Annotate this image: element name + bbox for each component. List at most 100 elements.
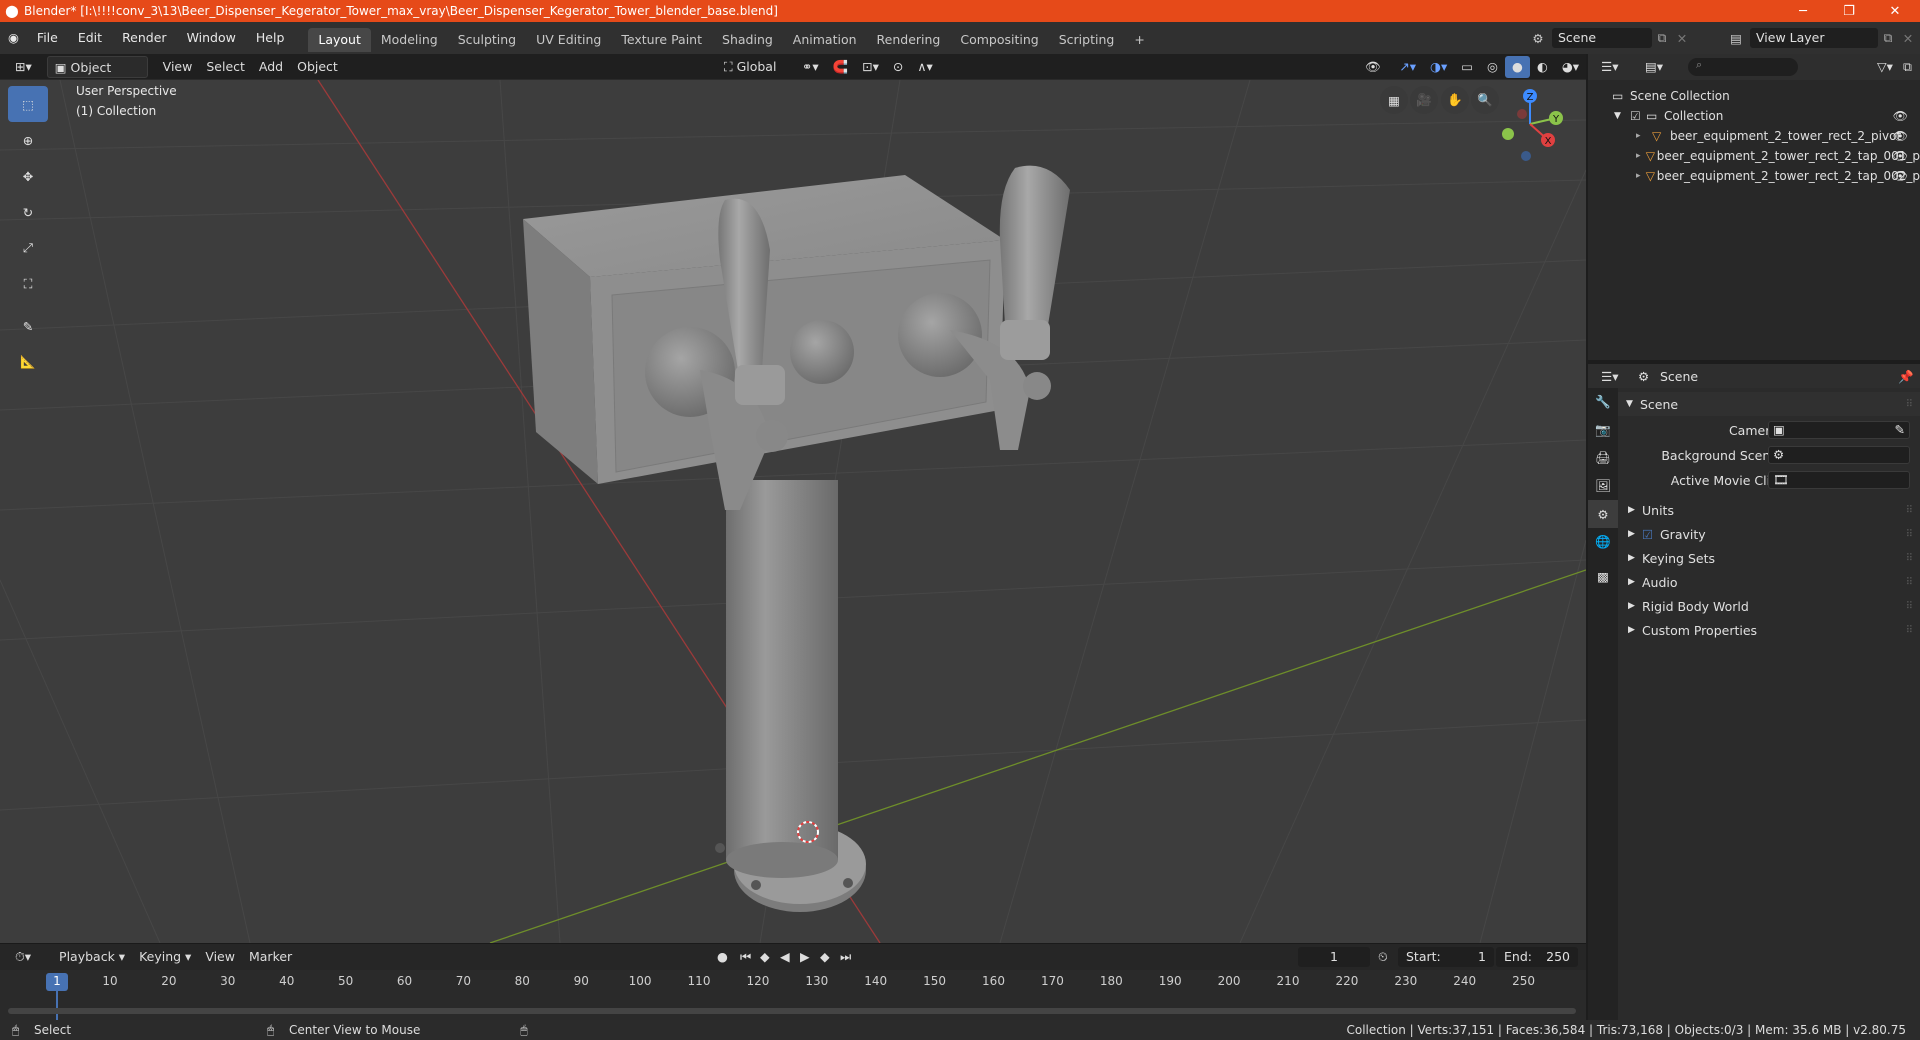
frame-ruler[interactable]: 1 10 20 30 40 50 60 70 80 90 100 110 120 130 140 150 160… [0, 971, 1586, 1021]
minimize-icon[interactable]: ─ [1780, 0, 1826, 22]
new-scene-icon[interactable]: ⧉ [1652, 30, 1672, 46]
render-tab-icon[interactable]: 📷 [1588, 416, 1618, 444]
jump-end-icon[interactable]: ⏭ [833, 946, 858, 968]
clock-icon[interactable]: ⏲ [1378, 949, 1388, 965]
gizmo-toggle-icon[interactable]: ↗▾ [1392, 56, 1423, 78]
snap-icon[interactable]: 🧲 [826, 56, 856, 78]
blender-menu-icon[interactable]: ◉ [0, 22, 27, 54]
drag-handle-icon[interactable]: ⠿ [1906, 577, 1913, 588]
orientation-dropdown[interactable]: ⛶ Global ▾ [717, 56, 789, 96]
tab-uv-editing[interactable]: UV Editing [526, 28, 611, 52]
transform-tool-icon[interactable]: ⛶ [8, 266, 48, 302]
mode-dropdown[interactable]: ▣ Object Mode ▾ [46, 55, 148, 97]
menu-view[interactable]: View [156, 56, 200, 78]
record-icon[interactable]: ● [710, 946, 735, 968]
timeline-editor-type-icon[interactable]: ⏱▾ [8, 946, 38, 968]
expand-object-icon[interactable]: ▸ [1636, 171, 1646, 181]
outliner-row-object[interactable]: ▸ ▽ beer_equipment_2_tower_rect_2_pivot … [1588, 126, 1920, 146]
camera-field[interactable]: ▣ ✎ [1768, 421, 1910, 439]
pivot-point-icon[interactable]: ⚭▾ [795, 56, 826, 78]
tab-rendering[interactable]: Rendering [867, 28, 951, 52]
wireframe-shading-icon[interactable]: ◎ [1480, 56, 1505, 78]
outliner-row-collection[interactable]: ▼ ☑ ▭ Collection 👁 [1588, 106, 1920, 126]
outliner-row-object[interactable]: ▸ ▽ beer_equipment_2_tower_rect_2_tap_00… [1588, 146, 1920, 166]
view-layer-selector[interactable]: ▤ View Layer ⧉ ✕ [1722, 27, 1918, 49]
view-layer-tab-icon[interactable]: 🖼 [1588, 472, 1618, 500]
custom-properties-panel-header[interactable]: ▶ Custom Properties ⠿ [1618, 618, 1920, 642]
display-mode-icon[interactable]: ▤▾ [1638, 56, 1670, 78]
object-visibility-icon[interactable]: 👁 [1893, 149, 1908, 163]
end-frame-field[interactable]: End: 250 [1496, 947, 1578, 967]
outliner-row-scene-collection[interactable]: ▭ Scene Collection [1588, 86, 1920, 106]
3d-viewport[interactable]: User Perspective (1) Collection Z Y X ▦ … [0, 80, 1586, 943]
annotate-tool-icon[interactable]: ✎ [8, 308, 48, 344]
overlays-toggle-icon[interactable]: ◑▾ [1423, 56, 1454, 78]
start-frame-field[interactable]: Start: 1 [1398, 947, 1494, 967]
view-layer-field[interactable]: View Layer [1750, 28, 1878, 48]
zoom-view-icon[interactable]: 🔍 [1471, 86, 1499, 114]
gravity-panel-header[interactable]: ▶ ☑ Gravity ⠿ [1618, 522, 1920, 546]
drag-handle-icon[interactable]: ⠿ [1906, 505, 1913, 516]
remove-view-layer-icon[interactable]: ✕ [1898, 31, 1918, 46]
timeline-scrollbar[interactable] [8, 1008, 1576, 1014]
object-visibility-icon[interactable]: 👁 [1893, 129, 1908, 143]
units-panel-header[interactable]: ▶ Units ⠿ [1618, 498, 1920, 522]
scene-selector[interactable]: ⚙ Scene ⧉ ✕ [1524, 27, 1692, 49]
pin-icon[interactable]: 📌 [1898, 369, 1914, 385]
tab-texture-paint[interactable]: Texture Paint [611, 28, 712, 52]
menu-timeline-view[interactable]: View [198, 946, 242, 968]
rigid-body-world-panel-header[interactable]: ▶ Rigid Body World ⠿ [1618, 594, 1920, 618]
new-view-layer-icon[interactable]: ⧉ [1878, 30, 1898, 46]
expand-object-icon[interactable]: ▸ [1636, 131, 1652, 141]
tab-shading[interactable]: Shading [712, 28, 783, 52]
visibility-icon[interactable]: 👁▾ [1358, 56, 1392, 96]
properties-editor-type-icon[interactable]: ☰▾ [1594, 366, 1625, 388]
texture-tab-icon[interactable]: ▩ [1588, 562, 1618, 590]
gravity-checkbox[interactable]: ☑ [1642, 527, 1660, 542]
background-scene-field[interactable]: ⚙ [1768, 446, 1910, 464]
menu-select[interactable]: Select [199, 56, 252, 78]
tab-layout[interactable]: Layout [308, 28, 371, 52]
scale-tool-icon[interactable]: ⤢ [8, 230, 48, 266]
cursor-tool-icon[interactable]: ⊕ [8, 122, 48, 158]
expand-object-icon[interactable]: ▸ [1636, 151, 1646, 161]
drag-handle-icon[interactable]: ⠿ [1906, 399, 1913, 410]
select-box-tool-icon[interactable]: ⬚ [8, 86, 48, 122]
scene-panel-header[interactable]: ▼ Scene ⠿ [1618, 392, 1920, 416]
drag-handle-icon[interactable]: ⠿ [1906, 601, 1913, 612]
tab-animation[interactable]: Animation [783, 28, 867, 52]
material-shading-icon[interactable]: ◐ [1530, 56, 1555, 78]
editor-type-icon[interactable]: ⊞▾ [8, 56, 39, 78]
rendered-shading-icon[interactable]: ◕▾ [1555, 56, 1586, 78]
drag-handle-icon[interactable]: ⠿ [1906, 625, 1913, 636]
active-movie-clip-field[interactable]: 🎞 [1768, 471, 1910, 489]
audio-panel-header[interactable]: ▶ Audio ⠿ [1618, 570, 1920, 594]
tab-scripting[interactable]: Scripting [1049, 28, 1125, 52]
falloff-icon[interactable]: ∧▾ [910, 56, 939, 78]
menu-add[interactable]: Add [252, 56, 290, 78]
current-frame-field[interactable]: 1 [1298, 947, 1370, 967]
proportional-edit-icon[interactable]: ⊙ [886, 56, 910, 78]
snap-target-icon[interactable]: ⊡▾ [855, 56, 886, 78]
keying-sets-panel-header[interactable]: ▶ Keying Sets ⠿ [1618, 546, 1920, 570]
output-tab-icon[interactable]: 🖨 [1588, 444, 1618, 472]
menu-playback[interactable]: Playback ▾ [52, 946, 132, 968]
outliner-search-input[interactable]: ⌕ [1688, 58, 1798, 76]
expand-collection-icon[interactable]: ▼ [1614, 111, 1630, 121]
add-workspace-button[interactable]: + [1124, 28, 1154, 52]
solid-shading-icon[interactable]: ● [1504, 55, 1530, 78]
maximize-icon[interactable]: ❐ [1826, 0, 1872, 22]
menu-file[interactable]: File [27, 22, 68, 54]
remove-scene-icon[interactable]: ✕ [1672, 31, 1692, 46]
menu-keying[interactable]: Keying ▾ [132, 946, 198, 968]
close-icon[interactable]: ✕ [1872, 0, 1918, 22]
menu-window[interactable]: Window [177, 22, 246, 54]
tool-tab-icon[interactable]: 🔧 [1588, 388, 1618, 416]
drag-handle-icon[interactable]: ⠿ [1906, 529, 1913, 540]
outliner-row-object[interactable]: ▸ ▽ beer_equipment_2_tower_rect_2_tap_00… [1588, 166, 1920, 186]
menu-object[interactable]: Object [290, 56, 345, 78]
pan-view-icon[interactable]: ✋ [1441, 86, 1469, 114]
scene-tab-icon[interactable]: ⚙ [1588, 500, 1618, 528]
toggle-grid-view-icon[interactable]: ▦ [1380, 86, 1408, 114]
scene-name-field[interactable]: Scene [1552, 28, 1652, 48]
